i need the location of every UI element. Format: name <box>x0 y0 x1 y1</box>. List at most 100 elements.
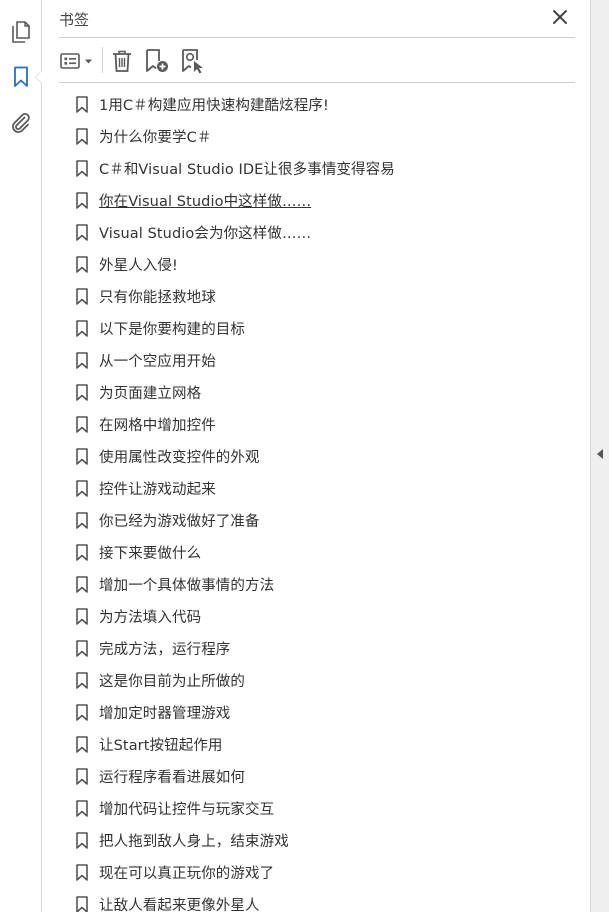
bookmark-item[interactable]: 为什么你要学C＃ <box>59 120 549 152</box>
bookmark-label: 为方法填入代码 <box>99 610 202 626</box>
bookmark-item[interactable]: C＃和Visual Studio IDE让很多事情变得容易 <box>59 152 549 184</box>
panel-title: 书签 <box>59 11 90 29</box>
bookmark-icon <box>76 800 88 817</box>
bookmark-label: C＃和Visual Studio IDE让很多事情变得容易 <box>99 162 395 178</box>
bookmark-item[interactable]: Visual Studio会为你这样做…… <box>59 216 549 248</box>
bookmark-item[interactable]: 在网格中增加控件 <box>59 408 549 440</box>
bookmark-icon <box>76 672 88 689</box>
bookmarks-toolbar <box>59 39 575 83</box>
bookmark-item[interactable]: 以下是你要构建的目标 <box>59 312 549 344</box>
bookmark-item[interactable]: 让Start按钮起作用 <box>59 728 549 760</box>
bookmark-item[interactable]: 为方法填入代码 <box>59 600 549 632</box>
options-menu-icon <box>60 53 92 69</box>
bookmark-from-selection-icon <box>182 49 203 74</box>
pages-icon <box>12 21 30 43</box>
toolbar-separator <box>102 47 103 73</box>
bookmark-label: 你在Visual Studio中这样做…… <box>99 194 312 210</box>
bookmarks-panel: 书签 1用C＃构建应用快速构建酷炫程序! 为什么你要学C＃ C＃和Visual … <box>43 0 590 912</box>
bookmark-icon <box>76 416 88 433</box>
bookmark-icon <box>76 576 88 593</box>
bookmark-icon <box>76 192 88 209</box>
bookmark-label: 从一个空应用开始 <box>99 354 216 370</box>
bookmark-item[interactable]: 控件让游戏动起来 <box>59 472 549 504</box>
bookmark-item[interactable]: 从一个空应用开始 <box>59 344 549 376</box>
bookmark-label: 增加定时器管理游戏 <box>99 706 231 722</box>
bookmark-item[interactable]: 使用属性改变控件的外观 <box>59 440 549 472</box>
bookmark-icon <box>76 288 88 305</box>
bookmark-label: Visual Studio会为你这样做…… <box>99 226 312 242</box>
bookmark-item[interactable]: 现在可以真正玩你的游戏了 <box>59 856 549 888</box>
bookmark-label: 增加代码让控件与玩家交互 <box>99 802 275 818</box>
bookmark-icon <box>76 256 88 273</box>
bookmark-icon <box>76 896 88 912</box>
bookmark-label: 把人拖到敌人身上，结束游戏 <box>99 834 289 850</box>
bookmark-item[interactable]: 把人拖到敌人身上，结束游戏 <box>59 824 549 856</box>
bookmark-item[interactable]: 增加一个具体做事情的方法 <box>59 568 549 600</box>
pages-button[interactable] <box>8 18 34 44</box>
delete-icon <box>113 50 131 72</box>
bookmark-icon <box>14 66 28 87</box>
bookmark-label: 现在可以真正玩你的游戏了 <box>99 866 275 882</box>
bookmark-label: 让Start按钮起作用 <box>99 738 223 754</box>
bookmark-icon <box>76 640 88 657</box>
bookmark-item[interactable]: 这是你目前为止所做的 <box>59 664 549 696</box>
new-bookmark-icon <box>146 49 168 72</box>
bookmark-item[interactable]: 接下来要做什么 <box>59 536 549 568</box>
bookmark-icon <box>76 768 88 785</box>
bookmark-from-selection-button[interactable] <box>179 48 207 74</box>
bookmark-icon <box>76 384 88 401</box>
close-icon <box>553 10 567 24</box>
bookmark-item[interactable]: 增加代码让控件与玩家交互 <box>59 792 549 824</box>
bookmark-label: 运行程序看看进展如何 <box>99 770 245 786</box>
bookmark-item[interactable]: 完成方法，运行程序 <box>59 632 549 664</box>
bookmark-icon <box>76 480 88 497</box>
bookmark-icon <box>76 608 88 625</box>
bookmark-icon <box>76 736 88 753</box>
bookmark-item[interactable]: 增加定时器管理游戏 <box>59 696 549 728</box>
attachment-icon <box>12 112 30 133</box>
bookmark-label: 接下来要做什么 <box>99 546 202 562</box>
active-panel-indicator <box>35 70 42 84</box>
bookmark-item[interactable]: 外星人入侵! <box>59 248 549 280</box>
close-panel-button[interactable] <box>551 8 569 26</box>
panel-header: 书签 <box>59 0 575 38</box>
bookmark-icon <box>76 448 88 465</box>
bookmark-label: 为页面建立网格 <box>99 386 202 402</box>
bookmark-icon <box>76 512 88 529</box>
navigation-rail <box>0 0 42 912</box>
bookmark-label: 在网格中增加控件 <box>99 418 216 434</box>
bookmark-icon <box>76 96 88 113</box>
bookmark-list: 1用C＃构建应用快速构建酷炫程序! 为什么你要学C＃ C＃和Visual Studi… <box>59 88 567 912</box>
delete-bookmark-button[interactable] <box>109 48 135 74</box>
bookmark-label: 以下是你要构建的目标 <box>99 322 245 338</box>
bookmark-label: 为什么你要学C＃ <box>99 130 212 146</box>
bookmark-item[interactable]: 1用C＃构建应用快速构建酷炫程序! <box>59 88 549 120</box>
bookmark-item[interactable]: 让敌人看起来更像外星人 <box>59 888 549 912</box>
bookmark-item[interactable]: 为页面建立网格 <box>59 376 549 408</box>
bookmark-item[interactable]: 运行程序看看进展如何 <box>59 760 549 792</box>
bookmark-item[interactable]: 只有你能拯救地球 <box>59 280 549 312</box>
bookmark-label: 使用属性改变控件的外观 <box>99 450 260 466</box>
bookmark-label: 控件让游戏动起来 <box>99 482 216 498</box>
bookmark-label: 完成方法，运行程序 <box>99 642 231 658</box>
bookmark-label: 你已经为游戏做好了准备 <box>99 514 260 530</box>
bookmark-label: 让敌人看起来更像外星人 <box>99 898 260 912</box>
bookmarks-button[interactable] <box>8 64 34 90</box>
bookmark-icon <box>76 864 88 881</box>
bookmark-label: 这是你目前为止所做的 <box>99 674 245 690</box>
bookmark-icon <box>76 832 88 849</box>
bookmark-item[interactable]: 你已经为游戏做好了准备 <box>59 504 549 536</box>
bookmark-item[interactable]: 你在Visual Studio中这样做…… <box>59 184 549 216</box>
new-bookmark-button[interactable] <box>143 48 171 74</box>
bookmark-icon <box>76 352 88 369</box>
bookmark-icon <box>76 704 88 721</box>
bookmark-label: 增加一个具体做事情的方法 <box>99 578 275 594</box>
bookmark-icon <box>76 128 88 145</box>
bookmark-icon <box>76 224 88 241</box>
panel-splitter[interactable] <box>590 0 609 912</box>
bookmark-icon <box>76 160 88 177</box>
bookmark-label: 只有你能拯救地球 <box>99 290 216 306</box>
attachments-button[interactable] <box>8 110 34 136</box>
collapse-arrow-icon[interactable] <box>596 448 604 460</box>
options-menu-button[interactable] <box>59 48 97 74</box>
